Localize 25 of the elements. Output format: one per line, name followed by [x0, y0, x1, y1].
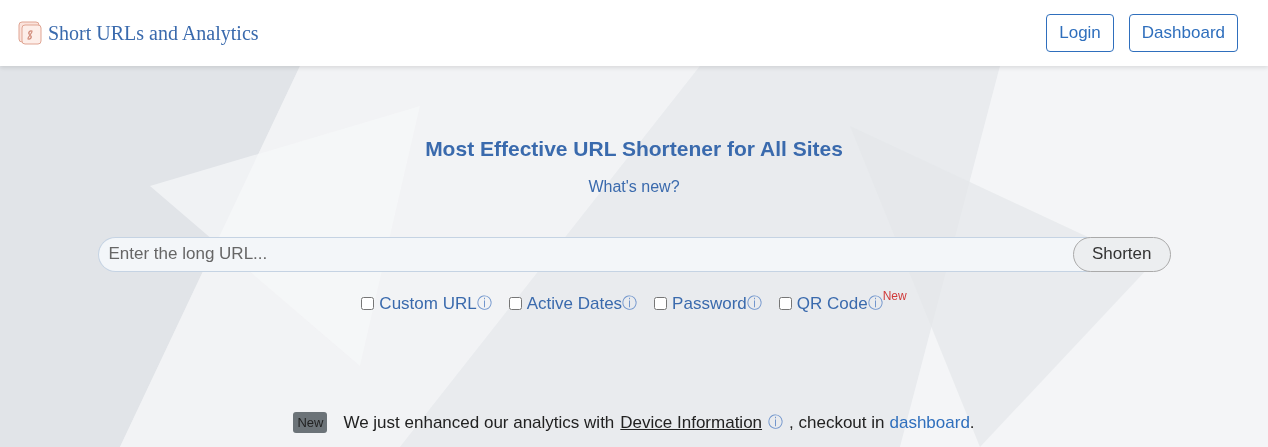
option-checkbox[interactable] — [508, 297, 522, 310]
info-icon[interactable]: ⓘ — [768, 411, 784, 434]
option-label[interactable]: Password — [672, 290, 747, 317]
hero-title: Most Effective URL Shortener for All Sites — [425, 136, 843, 162]
new-badge: New — [293, 411, 328, 433]
notice-text: . — [969, 411, 975, 434]
device-info-link[interactable]: Device Information — [620, 409, 763, 435]
dashboard-link[interactable]: dashboard — [889, 409, 970, 435]
option-label[interactable]: Custom URL — [379, 290, 477, 317]
info-icon[interactable]: ⓘ — [622, 292, 638, 315]
whats-new-link[interactable]: What's new? — [588, 174, 680, 199]
info-icon[interactable]: ⓘ — [746, 292, 762, 315]
option-checkbox[interactable] — [654, 297, 668, 310]
option-label[interactable]: QR Code — [796, 290, 868, 317]
new-label: New — [882, 288, 907, 303]
option-label[interactable]: Active Dates — [526, 290, 623, 317]
option-checkbox[interactable] — [778, 297, 792, 310]
option-checkbox[interactable] — [361, 297, 375, 310]
header-button[interactable]: Login — [1046, 14, 1114, 52]
site-title[interactable]: Short URLs and Analytics — [48, 18, 259, 48]
notice-text: We just enhanced our analytics with — [343, 411, 615, 434]
notice-text: , checkout in — [789, 411, 885, 434]
info-icon[interactable]: ⓘ — [867, 292, 883, 315]
info-icon[interactable]: ⓘ — [476, 292, 492, 315]
header-button[interactable]: Dashboard — [1128, 14, 1238, 52]
